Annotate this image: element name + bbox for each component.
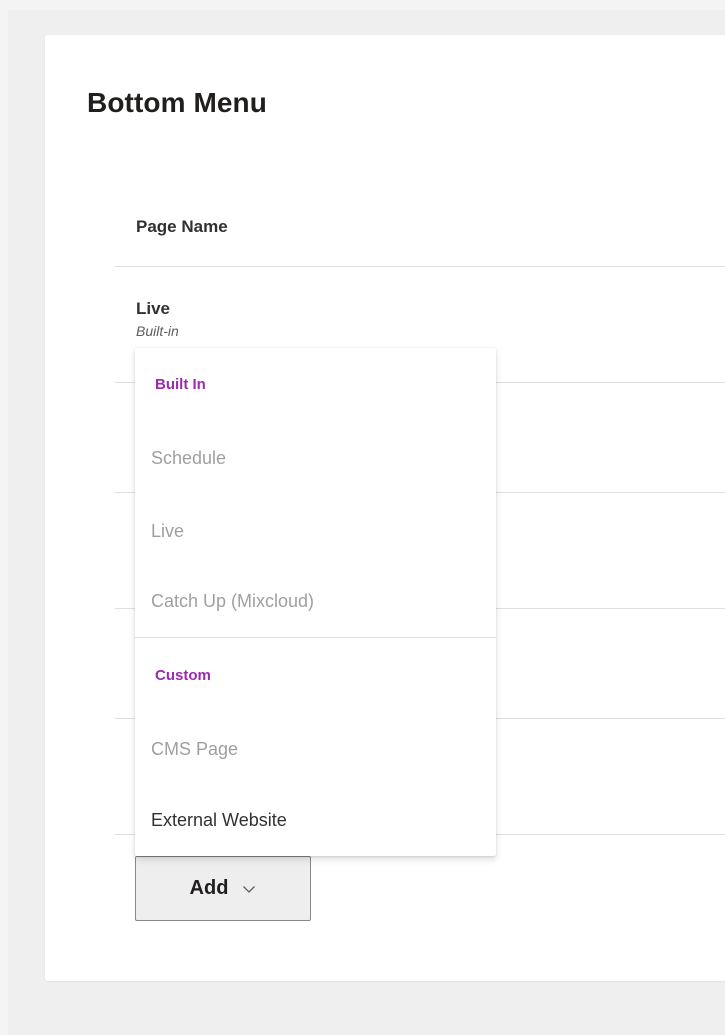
add-button-label: Add (189, 877, 229, 899)
menu-item-live[interactable]: Live (135, 508, 496, 554)
menu-item-schedule[interactable]: Schedule (135, 435, 496, 481)
chevron-down-icon (243, 885, 256, 893)
menu-item-external-website[interactable]: External Website (135, 797, 496, 843)
add-dropdown-menu: Built In Schedule Live Catch Up (Mixclou… (135, 348, 496, 856)
row-page-name: Live (136, 299, 171, 318)
page: Bottom Menu Page Name Live Built-in Add … (0, 0, 725, 1035)
menu-divider (135, 637, 496, 638)
add-button[interactable]: Add (135, 856, 311, 921)
menu-item-catch-up[interactable]: Catch Up (Mixcloud) (135, 578, 496, 624)
row-page-type: Built-in (136, 323, 179, 339)
menu-item-cms-page[interactable]: CMS Page (135, 726, 496, 772)
menu-section-header-custom: Custom (155, 667, 211, 684)
page-title: Bottom Menu (87, 87, 267, 118)
menu-section-header-built-in: Built In (155, 376, 206, 393)
column-header-page-name: Page Name (115, 200, 725, 267)
